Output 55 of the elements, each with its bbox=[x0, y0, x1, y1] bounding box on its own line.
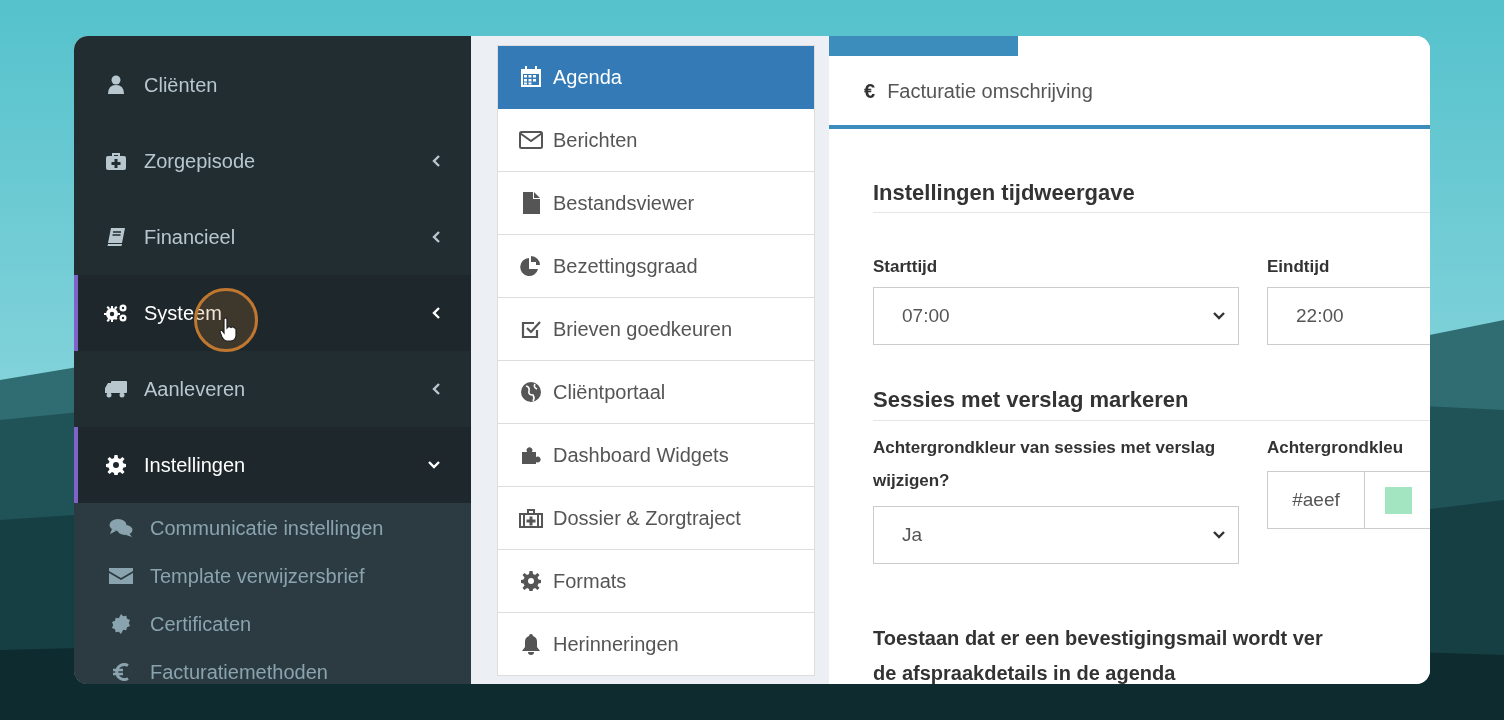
bell-icon bbox=[520, 633, 542, 655]
settings-menu-item[interactable]: Formats bbox=[498, 550, 814, 613]
submenu-item[interactable]: Communicatie instellingen bbox=[74, 504, 471, 552]
truck-icon bbox=[104, 380, 128, 398]
badge-icon bbox=[111, 614, 131, 634]
pie-chart-icon bbox=[520, 255, 542, 277]
hand-cursor-icon bbox=[219, 317, 237, 343]
sidebar-item[interactable]: Aanleveren bbox=[74, 351, 471, 427]
section-heading: Toestaan dat er een bevestigingsmail wordt ver de afspraakdetails in de agenda bbox=[873, 626, 1324, 684]
sidebar-item[interactable]: Financieel bbox=[74, 199, 471, 275]
settings-menu-item[interactable]: Bestandsviewer bbox=[498, 172, 814, 235]
settings-menu-item[interactable]: Brieven goedkeuren bbox=[498, 298, 814, 361]
gear-icon bbox=[521, 571, 541, 591]
submenu-item[interactable]: Template verwijzersbrief bbox=[74, 552, 471, 600]
chevron-down-icon bbox=[1212, 311, 1226, 321]
calendar-icon bbox=[520, 66, 542, 88]
user-icon bbox=[107, 75, 125, 95]
submenu-item[interactable]: Certificaten bbox=[74, 600, 471, 648]
settings-menu-item[interactable]: Dashboard Widgets bbox=[498, 424, 814, 487]
select-field[interactable]: Ja bbox=[873, 506, 1239, 564]
chevron-down-icon bbox=[1212, 530, 1226, 540]
input-field[interactable]: #aeef bbox=[1267, 471, 1365, 529]
settings-menu-item[interactable]: Cliëntportaal bbox=[498, 361, 814, 424]
gears-icon bbox=[104, 303, 128, 323]
book-icon bbox=[106, 227, 126, 247]
settings-menu-item[interactable]: Dossier & Zorgtraject bbox=[498, 487, 814, 550]
settings-menu-item[interactable]: Agenda bbox=[498, 46, 814, 109]
medical-kit-icon bbox=[519, 508, 543, 528]
sidebar-item[interactable]: Zorgepisode bbox=[74, 123, 471, 199]
color-picker-button[interactable] bbox=[1365, 471, 1430, 529]
euro-icon bbox=[112, 662, 130, 682]
field-label: Eindtijd bbox=[1267, 256, 1331, 278]
settings-menu-item[interactable]: Herinneringen bbox=[498, 613, 814, 676]
settings-menu-item[interactable]: Bezettingsgraad bbox=[498, 235, 814, 298]
field-label: Achtergrondkleur van sessies met verslag wijzigen? bbox=[873, 437, 1217, 492]
envelope-icon bbox=[109, 567, 133, 585]
select-field[interactable]: 07:00 bbox=[873, 287, 1239, 345]
section-heading: Instellingen tijdweergave bbox=[873, 178, 1430, 213]
input-field[interactable]: 22:00 bbox=[1267, 287, 1430, 345]
settings-menu-item[interactable]: Berichten bbox=[498, 109, 814, 172]
euro-icon: € bbox=[864, 75, 876, 106]
puzzle-icon bbox=[520, 444, 542, 466]
submenu-item[interactable]: Facturatiemethoden bbox=[74, 648, 471, 684]
field-label: Achtergrondkleu bbox=[1267, 437, 1405, 459]
chat-bubbles-icon bbox=[109, 518, 133, 538]
document-icon bbox=[522, 192, 540, 214]
tab-title: Facturatie omschrijving bbox=[887, 78, 1093, 104]
envelope-icon bbox=[519, 131, 543, 149]
settings-icon bbox=[106, 455, 126, 475]
sidebar-item[interactable]: Cliënten bbox=[74, 47, 471, 123]
field-label: Starttijd bbox=[873, 256, 939, 278]
medical-kit-icon bbox=[105, 151, 127, 171]
globe-icon bbox=[520, 381, 542, 403]
section-heading: Sessies met verslag markeren bbox=[873, 386, 1430, 421]
sidebar-item[interactable]: Instellingen bbox=[74, 427, 471, 503]
